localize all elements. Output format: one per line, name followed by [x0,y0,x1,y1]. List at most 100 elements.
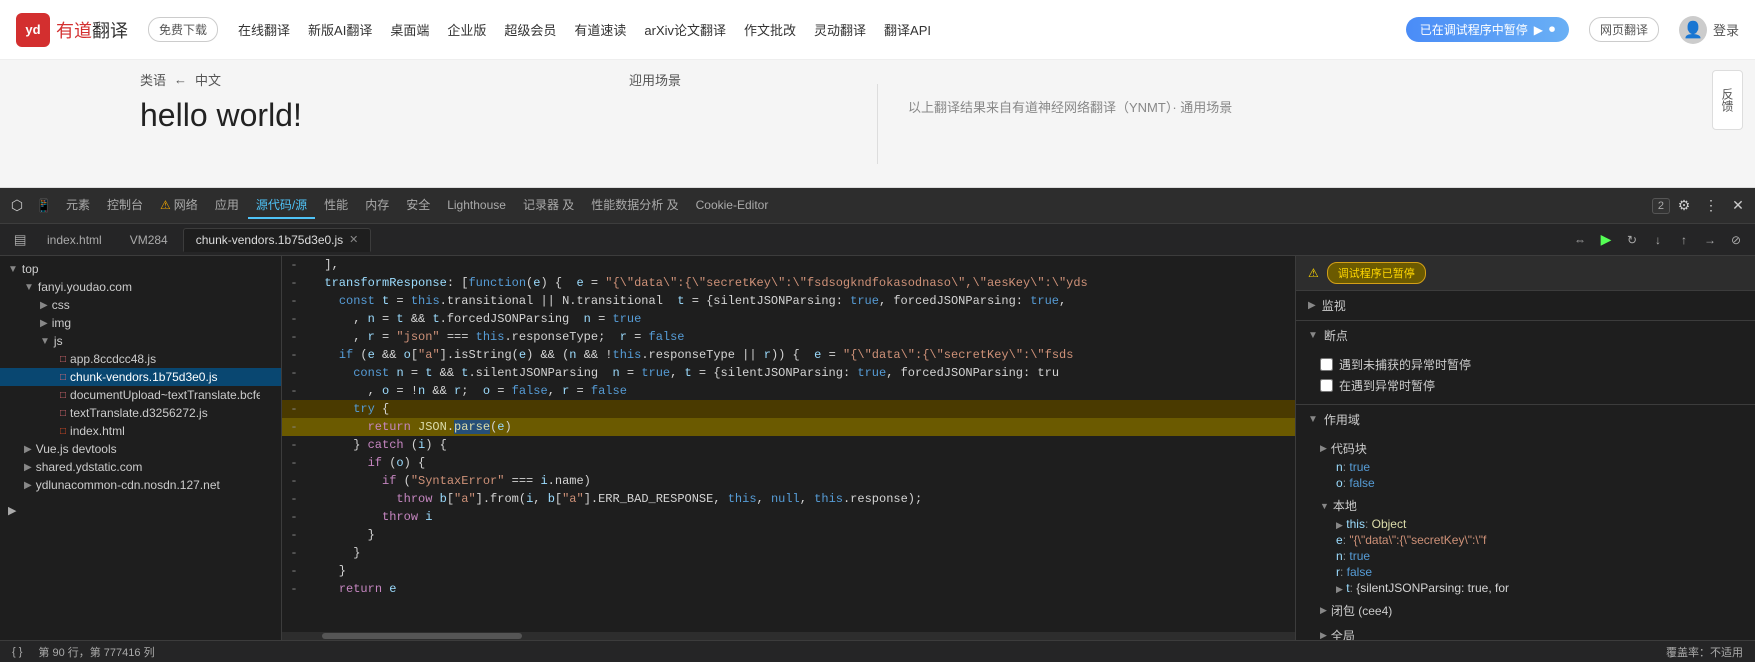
devtools-toolbar: ⬡ 📱 元素 控制台 ⚠网络 应用 源代码/源 性能 内存 安全 Lightho… [0,188,1755,224]
file-tab-index[interactable]: index.html [34,228,115,252]
dt-tab-performance[interactable]: 性能 [316,192,356,219]
deactivate-breakpoints-btn[interactable]: ⊘ [1725,229,1747,251]
file-tab-close-icon[interactable]: ✕ [349,233,358,246]
scope-content: ▶ 代码块 n: true o: false ▼ 本地 [1296,434,1755,640]
watch-section: ▶ 监视 [1296,291,1755,321]
tree-item-app[interactable]: □ app.8ccdcc48.js [0,350,281,368]
debug-run-btn[interactable]: ▶ [1595,229,1617,251]
sync-btn[interactable]: ⇔ [1569,229,1591,251]
tree-item-docupload[interactable]: □ documentUpload~textTranslate.bcfe7c [0,386,260,404]
code-line-18: - } [282,562,1295,580]
dt-more-btn[interactable]: ⋮ [1698,193,1724,219]
line-diff: - [282,472,306,490]
nav-link-desktop[interactable]: 桌面端 [390,20,429,39]
scope-this-val: Object [1372,517,1407,531]
step-out-btn[interactable]: ↑ [1673,229,1695,251]
dt-btn-device[interactable]: 📱 [31,193,57,219]
scope-o-key: o [1336,476,1343,490]
code-line-9: - try { [282,400,1295,418]
step-into-btn[interactable]: ↓ [1647,229,1669,251]
sidebar-toggle-btn[interactable]: ▤ [8,228,32,252]
tree-item-js[interactable]: ▼ js [0,332,281,350]
logo[interactable]: yd 有道翻译 [16,13,128,47]
file-tab-right-icons: ⇔ ▶ ↻ ↓ ↑ → ⊘ [1569,229,1747,251]
nav-link-smart[interactable]: 灵动翻译 [814,20,866,39]
login-label[interactable]: 登录 [1713,20,1739,39]
step-btn[interactable]: → [1699,229,1721,251]
tree-arrow-icon: ▶ [40,318,48,329]
dt-tab-recorder[interactable]: 记录器 及 [515,192,582,219]
pause-exception-checkbox[interactable] [1320,358,1333,371]
dt-close-btn[interactable]: ✕ [1725,193,1751,219]
nav-link-speed[interactable]: 有道速读 [574,20,626,39]
closure-chevron-icon: ▶ [1320,605,1327,616]
line-code: if (o) { [306,454,1295,472]
scope-t-item[interactable]: ▶ t: {silentJSONParsing: true, for [1336,580,1716,596]
source-extra[interactable]: 迎用场景 [629,70,681,89]
file-tab-vm284[interactable]: VM284 [117,228,181,252]
line-col-info: 第 90 行，第 777416 列 [38,644,154,660]
translation-right: 以上翻译结果来自有道神经网络翻译（YNMT）· 通用场景 [908,70,1615,119]
input-text[interactable]: hello world! [140,97,847,134]
nav-link-api[interactable]: 翻译API [884,20,931,39]
local-label: 本地 [1333,497,1357,514]
nav-link-compose[interactable]: 作文批改 [744,20,796,39]
breakpoints-chevron-icon: ▼ [1308,330,1318,341]
nav-link-arxiv[interactable]: arXiv论文翻译 [644,20,726,39]
dt-tab-cookie-editor[interactable]: Cookie-Editor [688,194,777,218]
tree-item-fanyi[interactable]: ▼ fanyi.youdao.com [0,278,281,296]
tree-item-text-translate[interactable]: □ textTranslate.d3256272.js [0,404,281,422]
scope-header[interactable]: ▼ 作用域 [1296,405,1755,434]
login-area[interactable]: 👤 登录 [1679,16,1739,44]
scope-expand-icon: ▶ [1336,520,1343,530]
code-block-items: n: true o: false [1320,459,1743,491]
tree-item-img[interactable]: ▶ img [0,314,281,332]
target-lang[interactable]: 中文 [195,70,221,89]
step-over-btn[interactable]: ↻ [1621,229,1643,251]
dt-tab-memory[interactable]: 内存 [357,192,397,219]
line-diff: - [282,310,306,328]
tree-item-top[interactable]: ▼ top [0,260,281,278]
dt-tab-console[interactable]: 控制台 [99,192,151,219]
source-lang[interactable]: 类语 [140,70,166,89]
scope-this-item[interactable]: ▶ this: Object [1336,516,1743,532]
nav-link-enterprise[interactable]: 企业版 [447,20,486,39]
nav-link-online[interactable]: 在线翻译 [238,20,290,39]
scope-code-block-header[interactable]: ▶ 代码块 [1320,438,1743,459]
dt-btn-inspect[interactable]: ⬡ [4,193,30,219]
tree-item-css[interactable]: ▶ css [0,296,281,314]
dt-tab-application[interactable]: 应用 [207,192,247,219]
dt-tab-elements[interactable]: 元素 [58,192,98,219]
dt-tab-network[interactable]: ⚠网络 [152,192,206,219]
pause-caught-checkbox[interactable] [1320,379,1333,392]
watch-section-header[interactable]: ▶ 监视 [1296,291,1755,320]
dt-tab-perf-insights[interactable]: 性能数据分析 及 [583,192,686,219]
tree-item-chunk-vendors[interactable]: □ chunk-vendors.1b75d3e0.js [0,368,281,386]
scope-closure-header[interactable]: ▶ 闭包 (cee4) [1320,600,1743,621]
web-translate-btn[interactable]: 网页翻译 [1589,17,1659,42]
dt-settings-btn[interactable]: ⚙ [1671,193,1697,219]
code-line-14: - throw b["a"].from(i, b["a"].ERR_BAD_RE… [282,490,1295,508]
tree-item-index-html[interactable]: □ index.html [0,422,281,440]
feedback-btn[interactable]: 反馈 [1712,70,1743,130]
record-icon: ⏺ [1549,22,1555,37]
free-download-btn[interactable]: 免费下载 [148,17,218,42]
scope-global-header[interactable]: ▶ 全局 [1320,625,1743,640]
nav-link-vip[interactable]: 超级会员 [504,20,556,39]
dt-tab-lighthouse[interactable]: Lighthouse [439,194,514,218]
nav-link-ai[interactable]: 新版AI翻译 [308,20,372,39]
line-code: , r = "json" === this.responseType; r = … [306,328,1295,346]
scope-local-header[interactable]: ▼ 本地 [1320,495,1743,516]
code-line-5: - , r = "json" === this.responseType; r … [282,328,1295,346]
tree-item-shared[interactable]: ▶ shared.ydstatic.com [0,458,281,476]
play-icon: ▶ [1534,23,1543,37]
file-tab-chunk-vendors[interactable]: chunk-vendors.1b75d3e0.js ✕ [183,228,372,252]
tree-item-ydluna[interactable]: ▶ ydlunacommon-cdn.nosdn.127.net [0,476,281,494]
tree-item-vue-devtools[interactable]: ▶ Vue.js devtools [0,440,281,458]
breakpoints-header[interactable]: ▼ 断点 [1296,321,1755,350]
tree-bottom-arrow[interactable]: ▶ [0,502,281,519]
debug-status-btn[interactable]: 已在调试程序中暂停 ▶ ⏺ [1406,17,1569,42]
h-scrollbar[interactable] [282,632,1295,640]
dt-tab-security[interactable]: 安全 [398,192,438,219]
dt-tab-sources[interactable]: 源代码/源 [248,192,315,219]
